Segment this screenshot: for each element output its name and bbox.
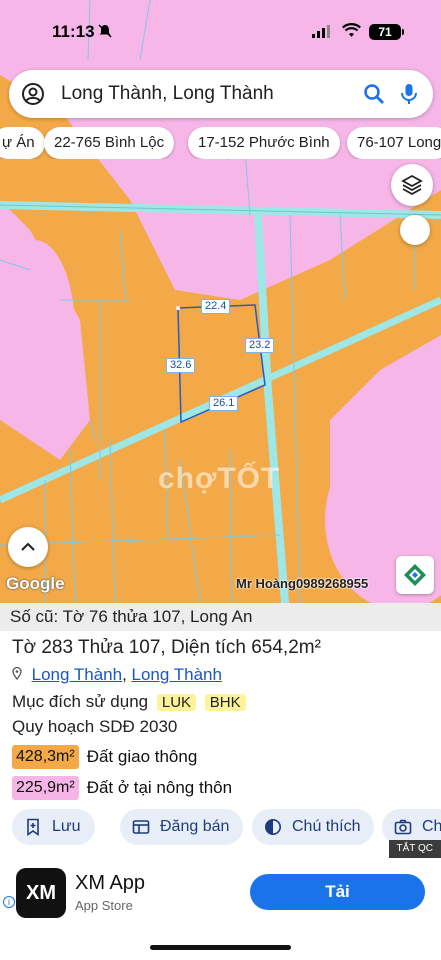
expand-up-button[interactable] <box>8 527 48 567</box>
map-author: Mr Hoàng0989268955 <box>236 576 369 591</box>
opacity-slider-knob[interactable] <box>400 215 430 245</box>
land-use-purpose: Mục đích sử dụng LUK BHK <box>12 692 246 712</box>
plan-label: Quy hoạch SDĐ 2030 <box>12 717 178 736</box>
map-view[interactable]: 22.4 23.2 32.6 26.1 chợTỐT 11:13 71 Long… <box>0 0 441 603</box>
dimension-label: 26.1 <box>209 396 239 411</box>
layers-icon <box>401 174 423 196</box>
purpose-label: Mục đích sử dụng <box>12 692 149 711</box>
purpose-tag: BHK <box>204 694 246 711</box>
app-name: XM App <box>75 872 146 894</box>
battery-indicator: 71 <box>369 24 404 40</box>
contrast-icon <box>265 819 281 835</box>
listing-icon <box>132 820 150 834</box>
dimension-label: 32.6 <box>166 358 196 373</box>
area-label: Đất giao thông <box>86 747 198 766</box>
install-button[interactable]: Tải <box>250 874 425 910</box>
chip-item[interactable]: ự Án <box>0 127 45 159</box>
action-buttons: Lưu Đăng bán Chú thích Ch <box>0 809 441 845</box>
app-store-label: App Store <box>75 898 133 913</box>
layers-button[interactable] <box>391 164 433 206</box>
microphone-icon[interactable] <box>399 83 419 105</box>
area-label: Đất ở tại nông thôn <box>86 778 233 797</box>
close-ad-button[interactable]: TẮT QC <box>388 840 441 858</box>
parcel-title: Tờ 283 Thửa 107, Diện tích 654,2m² <box>12 637 321 658</box>
old-parcel-number: Số cũ: Tờ 76 thửa 107, Long An <box>0 603 441 631</box>
dimension-label: 23.2 <box>245 338 275 353</box>
camera-icon <box>394 819 412 835</box>
chip-item[interactable]: 22-765 Bình Lộc <box>44 127 175 159</box>
location-separator: , <box>122 665 132 684</box>
status-bar: 11:13 71 <box>0 0 441 62</box>
search-icon[interactable] <box>363 83 385 105</box>
search-bar[interactable]: Long Thành, Long Thành <box>9 70 433 118</box>
area-amount: 225,9m² <box>12 776 79 800</box>
location-pin-icon <box>12 666 26 683</box>
bell-off-icon <box>98 24 112 41</box>
area-amount: 428,3m² <box>12 745 79 769</box>
chip-item[interactable]: 17-152 Phước Bình <box>188 127 340 159</box>
cellular-signal-icon <box>312 25 332 43</box>
ad-info-icon[interactable]: i <box>3 896 15 908</box>
post-for-sale-label: Đăng bán <box>160 818 230 835</box>
parcel-info-panel: Số cũ: Tờ 76 thửa 107, Long An Tờ 283 Th… <box>0 603 441 858</box>
search-input[interactable]: Long Thành, Long Thành <box>61 83 363 105</box>
legend-button[interactable]: Chú thích <box>252 809 375 845</box>
brand-logo-badge[interactable] <box>396 556 434 594</box>
home-indicator <box>150 945 291 950</box>
dimension-label: 22.4 <box>201 299 231 314</box>
status-time: 11:13 <box>52 22 95 41</box>
filter-chips: ự Án 22-765 Bình Lộc 17-152 Phước Bình 7… <box>0 127 441 159</box>
legend-label: Chú thích <box>292 818 361 835</box>
google-logo: Google <box>6 574 65 593</box>
chotot-watermark: chợTỐT <box>158 462 281 495</box>
app-logo: XM <box>16 868 66 918</box>
parcel-location: Long Thành, Long Thành <box>12 665 222 685</box>
district-link[interactable]: Long Thành <box>32 665 122 684</box>
post-for-sale-button[interactable]: Đăng bán <box>120 809 244 845</box>
area-row-road: 428,3m² Đất giao thông <box>12 745 197 769</box>
save-button-label: Lưu <box>52 818 81 835</box>
bookmark-add-icon <box>27 818 39 836</box>
area-row-residential: 225,9m² Đất ở tại nông thôn <box>12 776 232 800</box>
chip-item[interactable]: 76-107 Long <box>347 127 441 159</box>
wifi-icon <box>342 23 361 43</box>
save-button[interactable]: Lưu <box>12 809 95 845</box>
brand-logo-icon <box>404 564 426 586</box>
purpose-tag: LUK <box>156 694 197 711</box>
account-icon[interactable] <box>21 82 45 106</box>
province-link[interactable]: Long Thành <box>132 665 222 684</box>
chevron-up-icon <box>21 542 35 551</box>
